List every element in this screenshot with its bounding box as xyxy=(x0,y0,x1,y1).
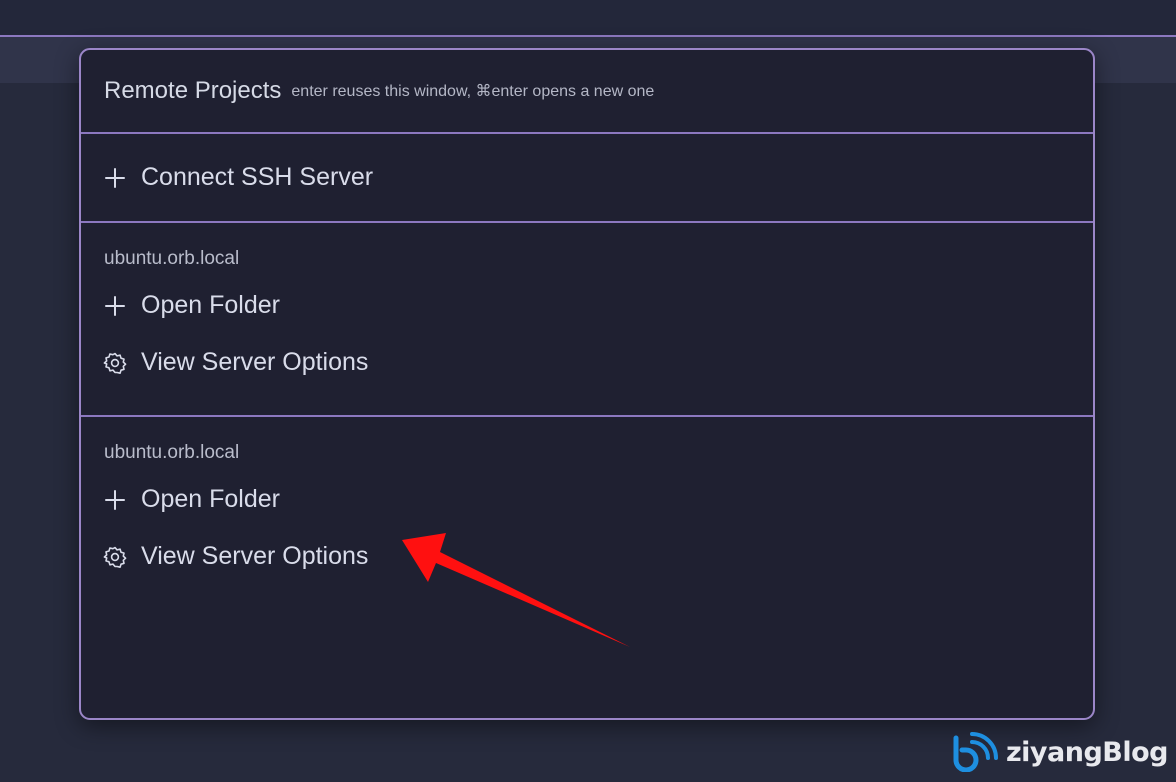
view-server-options-label: View Server Options xyxy=(141,348,369,376)
open-folder-label: Open Folder xyxy=(141,485,280,513)
open-folder-button[interactable]: Open Folder xyxy=(81,277,1093,334)
view-server-options-button[interactable]: View Server Options xyxy=(81,528,1093,585)
connect-ssh-server-button[interactable]: Connect SSH Server xyxy=(81,149,373,206)
top-title-bar xyxy=(0,0,1176,37)
gear-icon xyxy=(103,545,127,569)
remote-projects-modal: Remote Projects enter reuses this window… xyxy=(79,48,1095,720)
connect-section: Connect SSH Server xyxy=(81,134,1093,223)
gear-icon xyxy=(103,351,127,375)
modal-header: Remote Projects enter reuses this window… xyxy=(81,50,1093,134)
server-section: ubuntu.orb.local Open Folder View Server… xyxy=(81,417,1093,585)
view-server-options-label: View Server Options xyxy=(141,542,369,570)
server-section: ubuntu.orb.local Open Folder View Server… xyxy=(81,223,1093,417)
watermark-text: ziyangBlog xyxy=(1005,736,1169,768)
blog-logo-icon xyxy=(953,732,998,772)
open-folder-button[interactable]: Open Folder xyxy=(81,471,1093,528)
modal-hint: enter reuses this window, ⌘enter opens a… xyxy=(291,83,655,100)
modal-title: Remote Projects xyxy=(104,77,282,104)
server-host-label: ubuntu.orb.local xyxy=(104,248,240,269)
server-host-label: ubuntu.orb.local xyxy=(104,442,240,463)
plus-icon xyxy=(103,488,127,512)
plus-icon xyxy=(103,166,127,190)
connect-ssh-server-label: Connect SSH Server xyxy=(141,163,374,191)
watermark: ziyangBlog xyxy=(950,732,1169,772)
plus-icon xyxy=(103,294,127,318)
view-server-options-button[interactable]: View Server Options xyxy=(81,334,1093,391)
open-folder-label: Open Folder xyxy=(141,291,280,319)
